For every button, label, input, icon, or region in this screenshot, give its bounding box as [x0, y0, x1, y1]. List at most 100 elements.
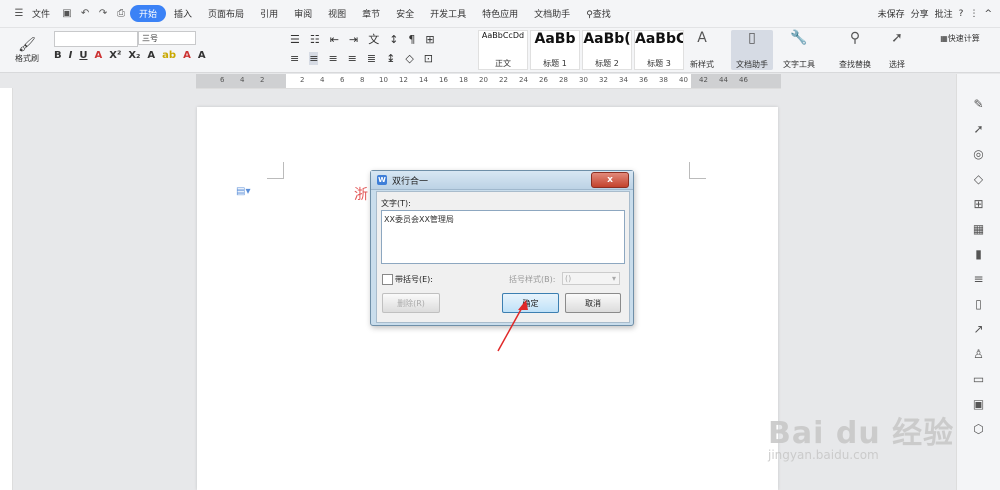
image-icon[interactable]: ▣: [971, 396, 987, 412]
document-text[interactable]: 浙: [354, 184, 368, 204]
chinese-layout-icon[interactable]: 文: [368, 31, 379, 47]
ruler-tick: 14: [419, 76, 428, 84]
bracket-checkbox[interactable]: [382, 274, 393, 285]
shapes-icon[interactable]: ◇: [971, 171, 987, 187]
format-painter-button[interactable]: 🖌 格式刷: [8, 30, 46, 70]
style-heading-2[interactable]: AaBb( 标题 2: [582, 30, 632, 70]
tab-special-apps[interactable]: 特色应用: [474, 7, 526, 20]
vertical-ruler[interactable]: [0, 88, 13, 490]
delete-button[interactable]: 删除(R): [382, 293, 440, 313]
tab-developer[interactable]: 开发工具: [422, 7, 474, 20]
horizontal-ruler[interactable]: 6 4 2 2 4 6 8 10 12 14 16 18 20 22 24 26…: [196, 74, 781, 89]
strikethrough-icon[interactable]: A: [94, 50, 102, 61]
comment-button[interactable]: 批注: [935, 7, 953, 20]
ruler-tick: 40: [679, 76, 688, 84]
font-family-select[interactable]: [54, 31, 138, 47]
quick-calc-button[interactable]: ▦ 快速计算: [924, 32, 996, 44]
ruler-tick: 10: [379, 76, 388, 84]
search-menu[interactable]: ⚲查找: [578, 7, 619, 20]
style-heading-3[interactable]: AaBbC 标题 3: [634, 30, 684, 70]
save-icon[interactable]: ▣: [61, 8, 73, 20]
document-icon[interactable]: ▯: [971, 296, 987, 312]
sort-icon[interactable]: ↕: [389, 33, 398, 46]
style-heading-1[interactable]: AaBb 标题 1: [530, 30, 580, 70]
find-replace-button[interactable]: ⚲ 查找替换: [834, 30, 876, 70]
table-icon[interactable]: ⊞: [971, 196, 987, 212]
numbered-list-icon[interactable]: ☷: [310, 33, 320, 46]
file-menu-label: 文件: [32, 10, 51, 20]
close-button[interactable]: x: [591, 172, 629, 188]
share-out-icon[interactable]: ↗: [971, 321, 987, 337]
share-button[interactable]: 分享: [911, 7, 929, 20]
cancel-button[interactable]: 取消: [565, 293, 621, 313]
chart-icon[interactable]: ▮: [971, 246, 987, 262]
show-marks-icon[interactable]: ¶: [408, 33, 415, 46]
file-menu[interactable]: ☰ 文件: [0, 7, 58, 21]
undo-icon[interactable]: ↶: [79, 8, 91, 20]
pointer-icon[interactable]: ➚: [971, 121, 987, 137]
unsaved-status[interactable]: 未保存: [878, 7, 905, 20]
text-tools-button[interactable]: 🔧 文字工具: [778, 30, 820, 70]
redo-icon[interactable]: ↷: [97, 8, 109, 20]
text-field-label: 文字(T):: [381, 199, 411, 208]
justify-icon[interactable]: ≡: [348, 52, 357, 65]
borders-icon[interactable]: ⊡: [424, 52, 433, 65]
location-icon[interactable]: ◎: [971, 146, 987, 162]
style-normal[interactable]: AaBbCcDd 正文: [478, 30, 528, 70]
font-format-row: B I U A X² X₂ A ab A A: [54, 50, 206, 61]
align-right-icon[interactable]: ≡: [328, 52, 337, 65]
tab-review[interactable]: 审阅: [286, 7, 320, 20]
doc-assistant-button[interactable]: ▯ 文档助手: [731, 30, 773, 70]
decrease-indent-icon[interactable]: ⇤: [330, 33, 339, 46]
tab-chapter[interactable]: 章节: [354, 7, 388, 20]
style-preview: AaBb(: [583, 31, 631, 47]
review-icon[interactable]: ♙: [971, 346, 987, 362]
paste-options-icon[interactable]: ▤▾: [236, 186, 250, 197]
font-color-icon[interactable]: A: [183, 50, 191, 61]
ruler-tick: 24: [519, 76, 528, 84]
highlight-icon[interactable]: ab: [162, 50, 176, 61]
tab-security[interactable]: 安全: [388, 7, 422, 20]
tab-references[interactable]: 引用: [252, 7, 286, 20]
select-button[interactable]: ➚ 选择: [882, 30, 912, 70]
dialog-title-bar[interactable]: W 双行合一 x: [371, 171, 633, 190]
align-left-icon[interactable]: ≡: [290, 52, 299, 65]
tab-doc-assistant[interactable]: 文档助手: [526, 7, 578, 20]
char-shading-icon[interactable]: A: [198, 50, 206, 61]
align-center-icon[interactable]: ≡: [309, 51, 319, 65]
watermark: Bai du 经验 jingyan.baidu.com: [768, 408, 954, 462]
ruler-tick: 22: [499, 76, 508, 84]
shading-icon[interactable]: ◇: [405, 52, 413, 65]
print-icon[interactable]: ⎙: [115, 8, 127, 20]
table-border-icon[interactable]: ⊞: [425, 33, 434, 46]
tab-insert[interactable]: 插入: [166, 7, 200, 20]
collapse-icon[interactable]: ^: [984, 9, 992, 19]
archive-icon[interactable]: ▭: [971, 371, 987, 387]
subscript-icon[interactable]: X₂: [128, 50, 140, 61]
font-effects-icon[interactable]: A: [147, 50, 155, 61]
bracket-style-select[interactable]: () ▾: [562, 272, 620, 285]
shield-icon[interactable]: ⬡: [971, 421, 987, 437]
apps-icon[interactable]: ▦: [971, 221, 987, 237]
tab-view[interactable]: 视图: [320, 7, 354, 20]
help-button[interactable]: ?: [959, 9, 964, 19]
distribute-icon[interactable]: ≣: [367, 52, 376, 65]
underline-icon[interactable]: U: [79, 50, 87, 61]
more-icon[interactable]: ⋮: [969, 9, 978, 19]
tab-page-layout[interactable]: 页面布局: [200, 7, 252, 20]
new-style-button[interactable]: A 新样式: [684, 30, 720, 70]
font-size-select[interactable]: 三号: [138, 31, 196, 45]
ruler-tick: 30: [579, 76, 588, 84]
bullet-list-icon[interactable]: ☰: [290, 33, 300, 46]
ruler-tick: 8: [360, 76, 365, 84]
tab-home[interactable]: 开始: [130, 5, 167, 22]
text-input[interactable]: XX委员会XX管理局: [381, 210, 625, 264]
superscript-icon[interactable]: X²: [109, 50, 121, 61]
line-spacing-icon[interactable]: ↨: [386, 52, 395, 65]
edit-icon[interactable]: ✎: [971, 96, 987, 112]
quick-calc-label: 快速计算: [947, 33, 980, 43]
bold-icon[interactable]: B: [54, 50, 62, 61]
adjust-icon[interactable]: ≡: [971, 271, 987, 287]
increase-indent-icon[interactable]: ⇥: [349, 33, 358, 46]
italic-icon[interactable]: I: [69, 50, 73, 61]
